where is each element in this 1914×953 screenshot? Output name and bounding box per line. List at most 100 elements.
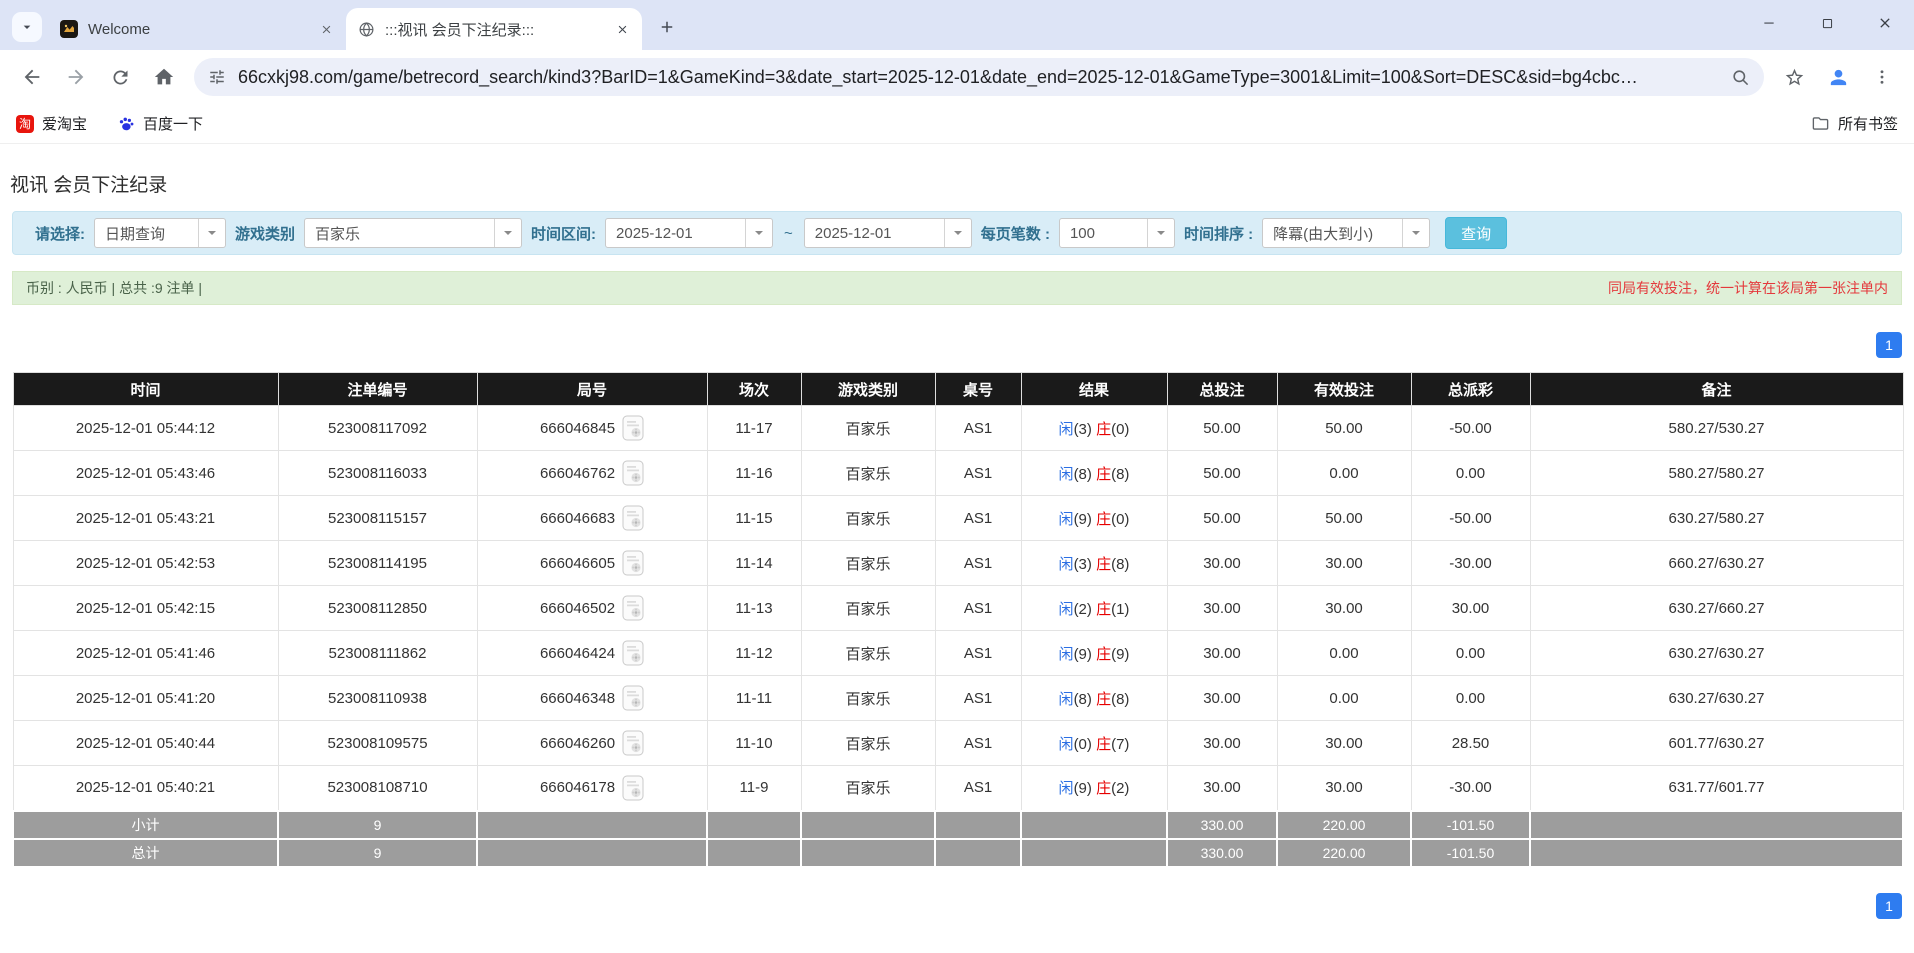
time-cell: 2025-12-01 05:43:21 bbox=[12, 495, 279, 541]
query-type-select[interactable]: 日期查询 bbox=[94, 218, 226, 248]
date-start-select[interactable]: 2025-12-01 bbox=[605, 218, 774, 248]
video-replay-icon[interactable] bbox=[622, 775, 644, 801]
session-cell: 11-17 bbox=[706, 405, 802, 451]
round-number: 666046762 bbox=[539, 464, 616, 482]
payout-cell: 30.00 bbox=[1410, 585, 1531, 631]
page-title: 视讯 会员下注纪录 bbox=[10, 175, 168, 196]
video-replay-icon[interactable] bbox=[622, 460, 644, 486]
player-score: (0) bbox=[1073, 735, 1092, 753]
game-type-select[interactable]: 百家乐 bbox=[304, 218, 523, 248]
plus-icon bbox=[658, 18, 676, 36]
site-settings-icon[interactable] bbox=[208, 68, 226, 86]
banker-result: 庄 bbox=[1096, 420, 1112, 438]
result-cell: 闲(9) 庄(0) bbox=[1020, 495, 1168, 541]
valid-bet-cell: 30.00 bbox=[1276, 720, 1412, 766]
footer-empty-cell bbox=[706, 809, 802, 840]
video-replay-icon[interactable] bbox=[622, 595, 644, 621]
maximize-button[interactable] bbox=[1798, 0, 1856, 46]
player-score: (9) bbox=[1073, 645, 1092, 663]
footer-empty-cell bbox=[934, 809, 1022, 840]
payout-cell: -30.00 bbox=[1410, 540, 1531, 586]
per-page-select[interactable]: 100 bbox=[1058, 218, 1175, 248]
round-number: 666046178 bbox=[539, 779, 616, 797]
date-end-select[interactable]: 2025-12-01 bbox=[803, 218, 972, 248]
session-cell: 11-10 bbox=[706, 720, 802, 766]
video-replay-icon[interactable] bbox=[622, 505, 644, 531]
bookmark-star-icon[interactable] bbox=[1774, 57, 1814, 97]
video-replay-icon[interactable] bbox=[622, 415, 644, 441]
valid-bet-cell: 0.00 bbox=[1276, 450, 1412, 496]
subtotal-row: 小计 9 330.00 220.00 -101.50 bbox=[12, 809, 1904, 840]
tab-title: Welcome bbox=[88, 20, 151, 38]
footer-empty-cell bbox=[800, 837, 936, 868]
tab-close-icon[interactable] bbox=[316, 19, 336, 39]
query-type-value: 日期查询 bbox=[105, 225, 166, 243]
banker-score: (1) bbox=[1111, 600, 1130, 618]
payout-cell: 0.00 bbox=[1410, 675, 1531, 721]
video-replay-icon[interactable] bbox=[622, 685, 644, 711]
tab-search-button[interactable] bbox=[12, 12, 42, 42]
result-cell: 闲(3) 庄(8) bbox=[1020, 540, 1168, 586]
video-replay-icon[interactable] bbox=[622, 550, 644, 576]
bookmark-aitaobao[interactable]: 淘 爱淘宝 bbox=[16, 113, 87, 134]
zoom-level-icon[interactable] bbox=[1731, 68, 1750, 87]
minimize-button[interactable] bbox=[1740, 0, 1798, 46]
remark-cell: 660.27/630.27 bbox=[1529, 540, 1904, 586]
tab-bet-records[interactable]: :::视讯 会员下注纪录::: bbox=[346, 8, 642, 50]
banker-result: 庄 bbox=[1096, 780, 1112, 798]
round-number-wrap: 666046845 bbox=[540, 415, 644, 441]
banker-result: 庄 bbox=[1096, 690, 1112, 708]
menu-kebab-icon[interactable] bbox=[1862, 57, 1902, 97]
player-score: (9) bbox=[1073, 780, 1092, 798]
video-replay-icon[interactable] bbox=[622, 640, 644, 666]
result-cell: 闲(9) 庄(9) bbox=[1020, 630, 1168, 676]
footer-empty-cell bbox=[476, 837, 708, 868]
game-type-cell: 百家乐 bbox=[800, 720, 936, 766]
video-replay-icon[interactable] bbox=[622, 730, 644, 756]
close-window-button[interactable] bbox=[1856, 0, 1914, 46]
player-result: 闲 bbox=[1058, 735, 1074, 753]
home-button[interactable] bbox=[144, 57, 184, 97]
tab-welcome[interactable]: Welcome bbox=[48, 8, 346, 50]
tab-close-icon[interactable] bbox=[612, 19, 632, 39]
footer-label: 总计 bbox=[12, 837, 279, 868]
back-button[interactable] bbox=[12, 57, 52, 97]
profile-avatar[interactable] bbox=[1818, 57, 1858, 97]
page-1-button[interactable]: 1 bbox=[1876, 892, 1902, 919]
sort-order-select[interactable]: 降冪(由大到小) bbox=[1262, 218, 1431, 248]
bookmark-baidu[interactable]: 百度一下 bbox=[117, 113, 203, 134]
reload-button[interactable] bbox=[100, 57, 140, 97]
table-number-cell: AS1 bbox=[934, 585, 1022, 631]
column-header: 备注 bbox=[1529, 372, 1904, 406]
footer-empty-cell bbox=[706, 837, 802, 868]
banker-score: (8) bbox=[1111, 465, 1130, 483]
game-type-cell: 百家乐 bbox=[800, 495, 936, 541]
forward-button[interactable] bbox=[56, 57, 96, 97]
footer-empty-cell bbox=[476, 809, 708, 840]
column-header: 总派彩 bbox=[1410, 372, 1531, 406]
round-number: 666046683 bbox=[539, 509, 616, 527]
total-bet-cell: 50.00 bbox=[1166, 495, 1278, 541]
session-cell: 11-9 bbox=[706, 765, 802, 811]
page-1-button[interactable]: 1 bbox=[1876, 332, 1902, 358]
valid-bet-cell: 30.00 bbox=[1276, 765, 1412, 811]
footer-empty-cell bbox=[934, 837, 1022, 868]
date-end-value: 2025-12-01 bbox=[814, 224, 892, 242]
bet-number-cell: 523008109575 bbox=[277, 720, 478, 766]
game-type-label: 游戏类别 bbox=[235, 225, 296, 243]
globe-icon bbox=[358, 21, 375, 38]
footer-valid-bet: 220.00 bbox=[1276, 809, 1412, 840]
table-row: 2025-12-01 05:43:21 523008115157 666046683… bbox=[12, 495, 1904, 541]
valid-bet-cell: 50.00 bbox=[1276, 495, 1412, 541]
new-tab-button[interactable] bbox=[652, 12, 682, 42]
search-button[interactable]: 查询 bbox=[1445, 217, 1508, 249]
banker-score: (8) bbox=[1111, 690, 1130, 708]
session-cell: 11-11 bbox=[706, 675, 802, 721]
window-controls bbox=[1740, 0, 1914, 46]
all-bookmarks-button[interactable]: 所有书签 bbox=[1811, 113, 1898, 134]
remark-cell: 631.77/601.77 bbox=[1529, 765, 1904, 811]
player-score: (8) bbox=[1073, 690, 1092, 708]
banker-result: 庄 bbox=[1096, 600, 1112, 618]
total-bet-cell: 30.00 bbox=[1166, 630, 1278, 676]
address-bar[interactable]: 66cxkj98.com/game/betrecord_search/kind3… bbox=[194, 58, 1764, 96]
